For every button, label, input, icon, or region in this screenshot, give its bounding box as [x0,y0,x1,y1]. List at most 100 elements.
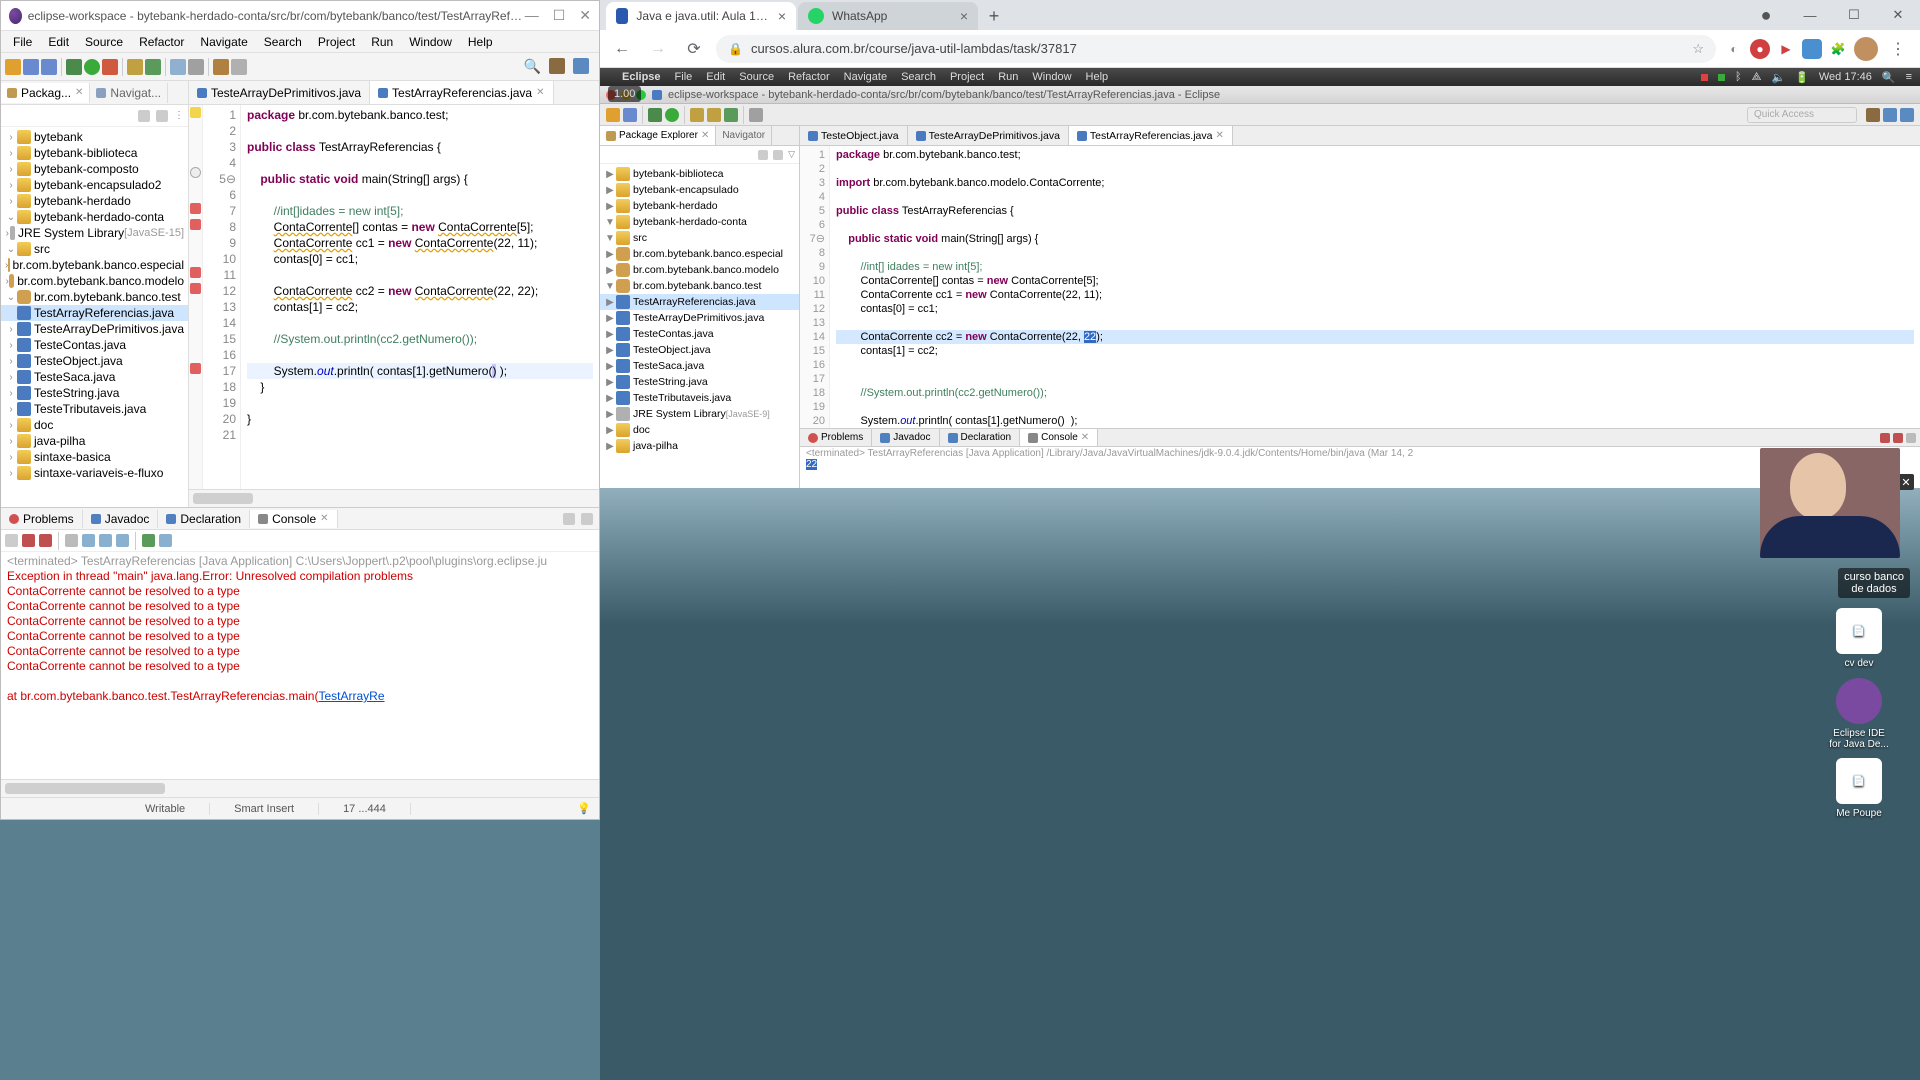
lock-icon: 🔒 [728,42,743,56]
minimize-view-icon[interactable] [563,513,575,525]
coverage-icon[interactable] [102,59,118,75]
marker-bar[interactable] [189,105,203,489]
browser-tab-whatsapp[interactable]: WhatsApp × [798,2,978,30]
project-sintaxe-basica: ›sintaxe-basica [1,449,188,465]
reload-button[interactable]: ⟳ [680,35,708,63]
desktop-icon-cv[interactable]: 📄cv dev [1824,608,1894,669]
remove-launch-icon[interactable] [22,534,35,547]
remove-all-icon[interactable] [39,534,52,547]
open-perspective-icon[interactable] [549,58,565,74]
url-text: cursos.alura.com.br/course/java-util-lam… [751,41,1077,56]
minimize-button[interactable]: — [525,7,539,24]
console-tab[interactable]: Console✕ [250,510,337,528]
browser-tab-alura[interactable]: Java e java.util: Aula 1 - Atividad × [606,2,796,30]
save-icon[interactable] [23,59,39,75]
word-wrap-icon[interactable] [99,534,112,547]
tab-close-icon[interactable]: × [960,8,968,24]
toggle-mark-icon[interactable] [213,59,229,75]
chrome-menu-icon[interactable]: ⋮ [1884,39,1912,59]
menu-project: Project [950,71,984,83]
pkg-especial: ›br.com.bytebank.banco.especial [1,257,188,273]
pin-console-icon[interactable] [116,534,129,547]
save-all-icon[interactable] [41,59,57,75]
menu-run[interactable]: Run [363,33,401,51]
java-perspective-icon[interactable] [573,58,589,74]
back-button[interactable]: ← [608,35,636,63]
editor-tab-object: TesteObject.java [800,126,908,145]
debug-icon [648,108,662,122]
next-annotation-icon[interactable] [231,59,247,75]
extensions-menu-icon[interactable]: 🧩 [1828,39,1848,59]
forward-button[interactable]: → [644,35,672,63]
clear-console-icon[interactable] [65,534,78,547]
error-line: ContaCorrente cannot be resolved to a ty… [7,644,593,659]
code-editor[interactable]: 12345⊖6789101112131415161718192021 packa… [189,105,599,489]
menu-file[interactable]: File [5,33,40,51]
error-line: ContaCorrente cannot be resolved to a ty… [7,614,593,629]
address-bar[interactable]: 🔒 cursos.alura.com.br/course/java-util-l… [716,35,1716,63]
package-explorer-tab[interactable]: Packag...✕ [1,83,90,103]
terminate-icon[interactable] [5,534,18,547]
extension-icon[interactable] [1802,39,1822,59]
menu-window[interactable]: Window [401,33,460,51]
open-console-icon[interactable] [159,534,172,547]
debug-icon[interactable] [66,59,82,75]
line-gutter: 12345⊖6789101112131415161718192021 [203,105,241,489]
bookmark-star-icon[interactable]: ☆ [1692,41,1704,57]
close-button[interactable]: ✕ [579,7,591,24]
view-menu-icon[interactable]: ⋮ [174,110,184,121]
link-editor-icon[interactable] [156,110,168,122]
close-button[interactable]: ✕ [1876,7,1920,23]
status-insert: Smart Insert [210,803,319,815]
video-content[interactable]: Eclipse File Edit Source Refactor Naviga… [600,68,1920,1080]
open-type-icon[interactable] [170,59,186,75]
run-icon[interactable] [84,59,100,75]
menu-help[interactable]: Help [460,33,501,51]
new-class-icon[interactable] [145,59,161,75]
menu-navigate[interactable]: Navigate [192,33,255,51]
maximize-button[interactable]: ☐ [1832,7,1876,23]
menu-source[interactable]: Source [77,33,131,51]
maximize-button[interactable]: ☐ [553,7,566,24]
problems-tab[interactable]: Problems [1,510,83,528]
extension-icon[interactable]: ● [1750,39,1770,59]
editor-tab-referencias[interactable]: TestArrayReferencias.java✕ [370,81,553,104]
project-tree[interactable]: ›bytebank ›bytebank-biblioteca ›bytebank… [1,127,188,507]
maximize-view-icon[interactable] [581,513,593,525]
mac-window-title: eclipse-workspace - bytebank-herdado-con… [668,89,1220,101]
youtube-ext-icon[interactable]: ▶ [1776,39,1796,59]
new-package-icon[interactable] [127,59,143,75]
desktop-icon-eclipse[interactable]: Eclipse IDEfor Java De... [1824,678,1894,750]
tab-title: Java e java.util: Aula 1 - Atividad [636,9,769,23]
search-icon[interactable]: 🔍 [524,58,541,75]
extension-icon[interactable]: ◐ [1724,39,1744,59]
code-body[interactable]: package br.com.bytebank.banco.test; publ… [241,105,599,489]
menubar: File Edit Source Refactor Navigate Searc… [1,31,599,53]
declaration-tab[interactable]: Declaration [158,510,250,528]
desktop-icon-mepoupe[interactable]: 📄Me Poupe [1824,758,1894,819]
javadoc-tab[interactable]: Javadoc [83,510,159,528]
new-icon[interactable] [5,59,21,75]
menu-search[interactable]: Search [256,33,310,51]
navigator-tab[interactable]: Navigat... [90,83,168,103]
tab-close-icon[interactable]: × [778,8,786,24]
display-console-icon[interactable] [142,534,155,547]
new-tab-button[interactable]: + [980,2,1008,30]
console-horizontal-scrollbar[interactable] [1,779,599,797]
console-output[interactable]: <terminated> TestArrayReferencias [Java … [1,552,599,779]
account-dot-icon[interactable]: ● [1744,5,1788,26]
search-toolbar-icon[interactable] [188,59,204,75]
menu-refactor[interactable]: Refactor [131,33,192,51]
tip-icon[interactable]: 💡 [577,802,599,815]
wifi-icon: ⟁ [1752,71,1762,84]
profile-avatar[interactable] [1854,37,1878,61]
video-close-button[interactable]: ✕ [1898,474,1914,490]
editor-horizontal-scrollbar[interactable] [189,489,599,507]
menu-edit[interactable]: Edit [40,33,77,51]
editor-tab-primitivos[interactable]: TesteArrayDePrimitivos.java [189,81,370,104]
scroll-lock-icon[interactable] [82,534,95,547]
project-java-pilha: ›java-pilha [1,433,188,449]
collapse-all-icon[interactable] [138,110,150,122]
menu-project[interactable]: Project [310,33,363,51]
minimize-button[interactable]: — [1788,8,1832,23]
